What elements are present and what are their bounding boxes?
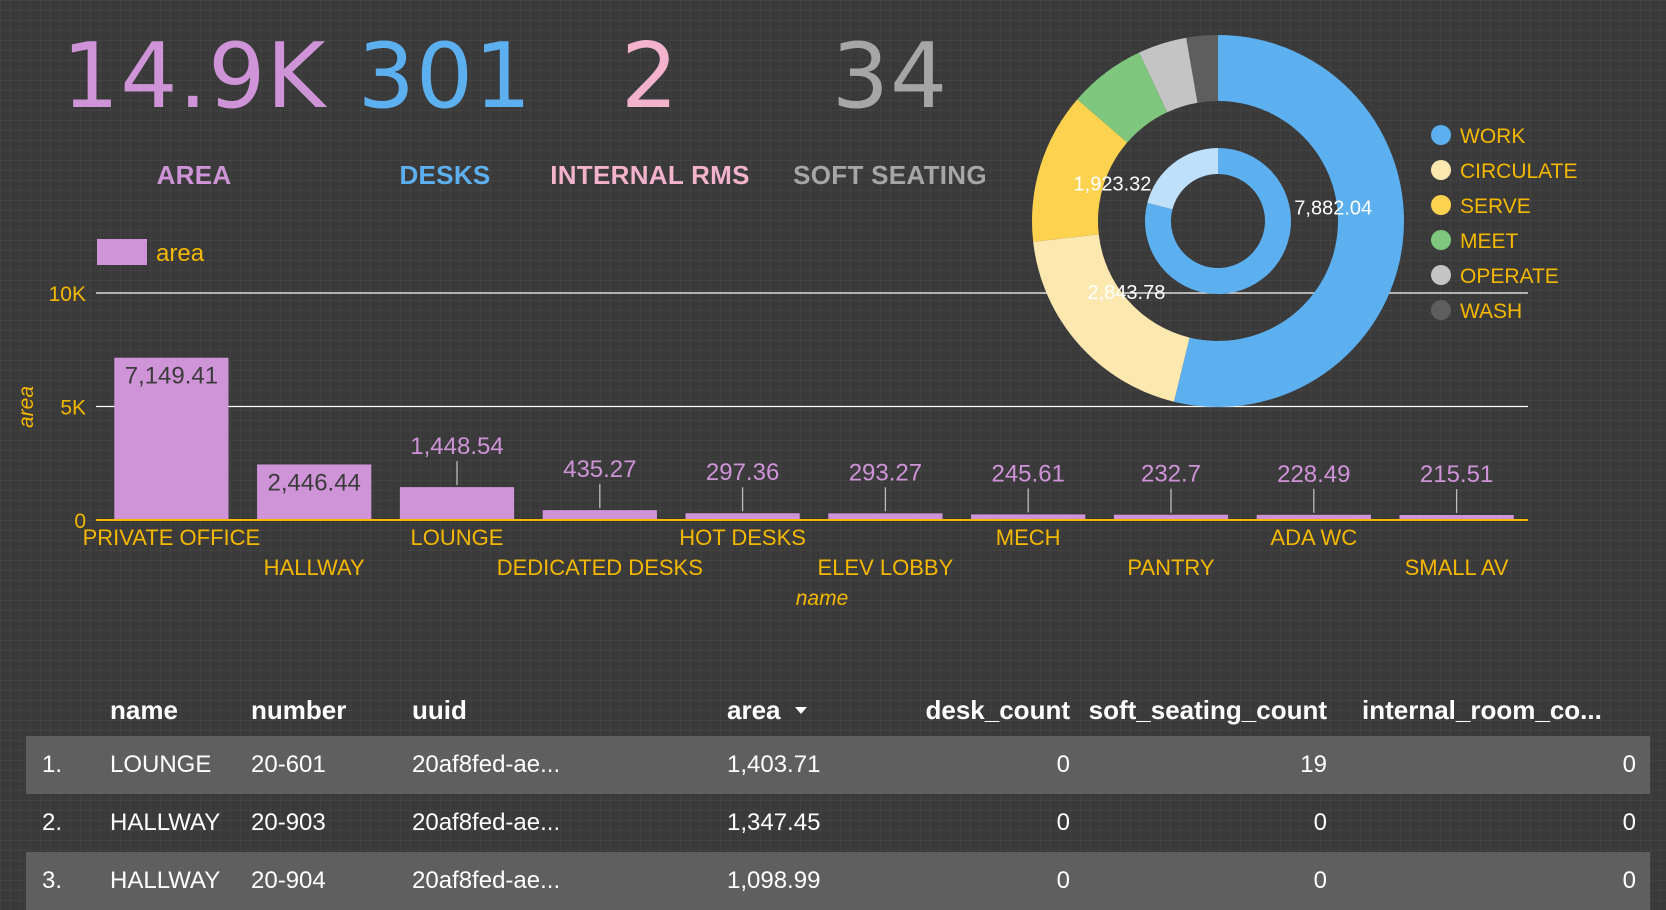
row-index: 3. (42, 867, 63, 894)
donut-value-label: 2,843.78 (1087, 282, 1165, 304)
row-index: 1. (42, 751, 63, 778)
cell-desk-count: 0 (1056, 867, 1070, 894)
cell-area: 1,098.99 (727, 867, 821, 894)
donut-inner-slice (1147, 148, 1218, 210)
cell-uuid: 20af8fed-ae... (412, 751, 561, 778)
cell-name: HALLWAY (110, 809, 221, 836)
sort-descending-icon (794, 706, 807, 714)
row-index: 2. (42, 809, 63, 836)
cell-uuid: 20af8fed-ae... (412, 867, 561, 894)
legend-label: CIRCULATE (1460, 160, 1577, 183)
cell-desk-count: 0 (1056, 751, 1070, 778)
cell-soft-seating-count: 0 (1313, 867, 1327, 894)
column-header-area-label: area (727, 695, 781, 725)
legend-marker (1431, 230, 1451, 250)
donut-value-label: 7,882.04 (1294, 197, 1372, 219)
table-row[interactable]: 1. LOUNGE 20-601 20af8fed-ae... 1,403.71… (26, 736, 1650, 794)
column-header-uuid[interactable]: uuid (412, 695, 467, 726)
legend-marker (1431, 265, 1451, 285)
cell-area: 1,347.45 (727, 809, 821, 836)
cell-area: 1,403.71 (727, 751, 821, 778)
legend-label: WASH (1460, 300, 1522, 323)
legend-label: WORK (1460, 125, 1525, 148)
cell-internal-room-count: 0 (1622, 751, 1636, 778)
legend-marker (1431, 195, 1451, 215)
cell-desk-count: 0 (1056, 809, 1070, 836)
column-header-number[interactable]: number (251, 695, 346, 726)
cell-internal-room-count: 0 (1622, 809, 1636, 836)
legend-label: SERVE (1460, 195, 1531, 218)
column-header-area[interactable]: area (727, 695, 807, 726)
category-donut-chart: 7,882.04 2,843.78 1,923.32 WORK CIRCULATE SER… (1032, 35, 1577, 407)
cell-soft-seating-count: 0 (1313, 809, 1327, 836)
legend-label: OPERATE (1460, 265, 1559, 288)
table-header: name number uuid area desk_count soft_se… (26, 678, 1650, 736)
rooms-table: name number uuid area desk_count soft_se… (26, 678, 1650, 910)
column-header-soft-seating-count[interactable]: soft_seating_count (1089, 695, 1327, 726)
cell-internal-room-count: 0 (1622, 867, 1636, 894)
column-header-internal-room-count[interactable]: internal_room_co... (1362, 695, 1602, 726)
column-header-desk-count[interactable]: desk_count (926, 695, 1071, 726)
column-header-name[interactable]: name (110, 695, 178, 726)
legend-marker (1431, 125, 1451, 145)
cell-number: 20-601 (251, 751, 326, 778)
cell-number: 20-904 (251, 867, 326, 894)
cell-uuid: 20af8fed-ae... (412, 809, 561, 836)
legend-label: MEET (1460, 230, 1519, 253)
table-row[interactable]: 3. HALLWAY 20-904 20af8fed-ae... 1,098.9… (26, 852, 1650, 910)
cell-soft-seating-count: 19 (1300, 751, 1327, 778)
table-row[interactable]: 2. HALLWAY 20-903 20af8fed-ae... 1,347.4… (26, 794, 1650, 852)
donut-value-label: 1,923.32 (1074, 173, 1152, 195)
legend-marker (1431, 160, 1451, 180)
cell-name: HALLWAY (110, 867, 221, 894)
cell-number: 20-903 (251, 809, 326, 836)
legend-marker (1431, 300, 1451, 320)
cell-name: LOUNGE (110, 751, 212, 778)
